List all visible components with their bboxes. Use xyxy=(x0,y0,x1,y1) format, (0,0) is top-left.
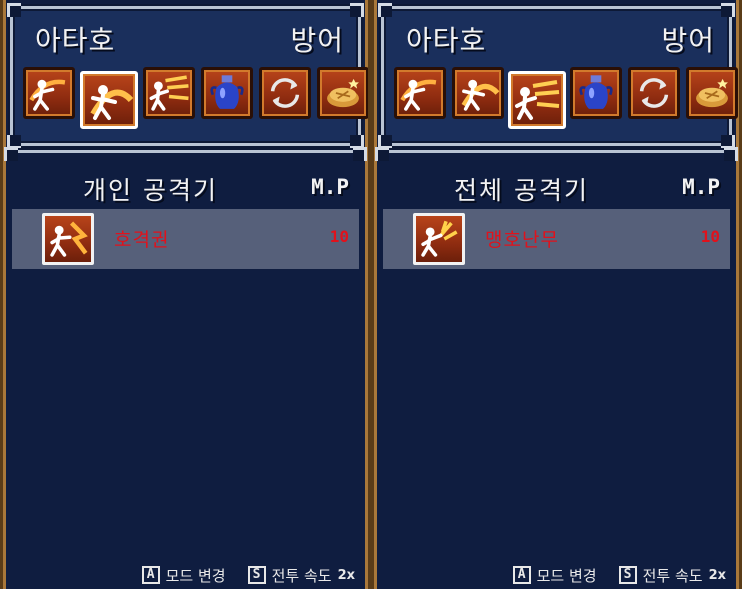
skill-list-box: 개인 공격기 M.P 호격권 10 A 모드 변경 S 전투 속도 2x xyxy=(4,147,367,589)
s-key-icon[interactable]: S xyxy=(618,566,637,584)
command-icon-row xyxy=(394,65,738,129)
skill-list-item[interactable]: 호격권 10 xyxy=(12,209,359,269)
control-hints: A 모드 변경 S 전투 속도 2x xyxy=(512,565,726,585)
swap-cycle-icon[interactable] xyxy=(259,67,311,119)
a-key-icon[interactable]: A xyxy=(512,566,531,584)
skill-mp-cost: 10 xyxy=(329,227,349,246)
skill-name: 맹호난무 xyxy=(485,229,559,251)
command-box: 아타호 방어 xyxy=(7,3,369,149)
battle-speed-value: 2x xyxy=(337,567,355,583)
battle-menu-panel-right: 아타호 방어 전체 공격기 M.P 맹호난무 10 A 모드 변경 S 전투 속… xyxy=(371,0,742,589)
frame-corner xyxy=(7,3,21,17)
command-box: 아타호 방어 xyxy=(378,3,738,149)
skill-category-title: 전체 공격기 xyxy=(454,176,589,205)
battle-menu-panel-left: 아타호 방어 개인 공격기 M.P 호격권 10 A 모드 변경 S 전투 속도… xyxy=(0,0,371,589)
all-attack-skill-icon[interactable] xyxy=(143,67,195,119)
mode-change-label: 모드 변경 xyxy=(536,566,597,585)
control-hints: A 모드 변경 S 전투 속도 2x xyxy=(141,565,355,585)
frame-corner xyxy=(375,147,389,161)
character-name: 아타호 xyxy=(35,24,116,57)
punch-attack-icon[interactable] xyxy=(394,67,446,119)
current-command-label: 방어 xyxy=(661,24,715,57)
skill-list-item[interactable]: 맹호난무 10 xyxy=(383,209,730,269)
single-attack-skill-icon[interactable] xyxy=(80,71,138,129)
skill-category-title: 개인 공격기 xyxy=(83,176,218,205)
swap-cycle-icon[interactable] xyxy=(628,67,680,119)
battle-speed-label: 전투 속도 xyxy=(271,566,332,585)
fist-strike-icon xyxy=(42,213,94,265)
frame-corner xyxy=(350,3,364,17)
all-attack-skill-icon[interactable] xyxy=(508,71,566,129)
mode-change-label: 모드 변경 xyxy=(165,566,226,585)
tiger-dance-icon xyxy=(413,213,465,265)
character-name: 아타호 xyxy=(406,24,487,57)
skill-mp-cost: 10 xyxy=(700,227,720,246)
item-vase-icon[interactable] xyxy=(570,67,622,119)
mp-column-header: M.P xyxy=(311,175,349,199)
command-icon-row xyxy=(23,65,369,129)
s-key-icon[interactable]: S xyxy=(247,566,266,584)
frame-corner xyxy=(721,3,735,17)
skill-name: 호격권 xyxy=(114,229,170,251)
frame-corner xyxy=(724,147,738,161)
single-attack-skill-icon[interactable] xyxy=(452,67,504,119)
frame-corner xyxy=(378,3,392,17)
battle-speed-value: 2x xyxy=(708,567,726,583)
frame-corner xyxy=(4,147,18,161)
frame-corner xyxy=(353,147,367,161)
mp-column-header: M.P xyxy=(682,175,720,199)
punch-attack-icon[interactable] xyxy=(23,67,75,119)
a-key-icon[interactable]: A xyxy=(141,566,160,584)
battle-speed-label: 전투 속도 xyxy=(642,566,703,585)
food-icon[interactable] xyxy=(686,67,738,119)
item-vase-icon[interactable] xyxy=(201,67,253,119)
skill-list-box: 전체 공격기 M.P 맹호난무 10 A 모드 변경 S 전투 속도 2x xyxy=(375,147,738,589)
current-command-label: 방어 xyxy=(290,24,344,57)
food-icon[interactable] xyxy=(317,67,369,119)
